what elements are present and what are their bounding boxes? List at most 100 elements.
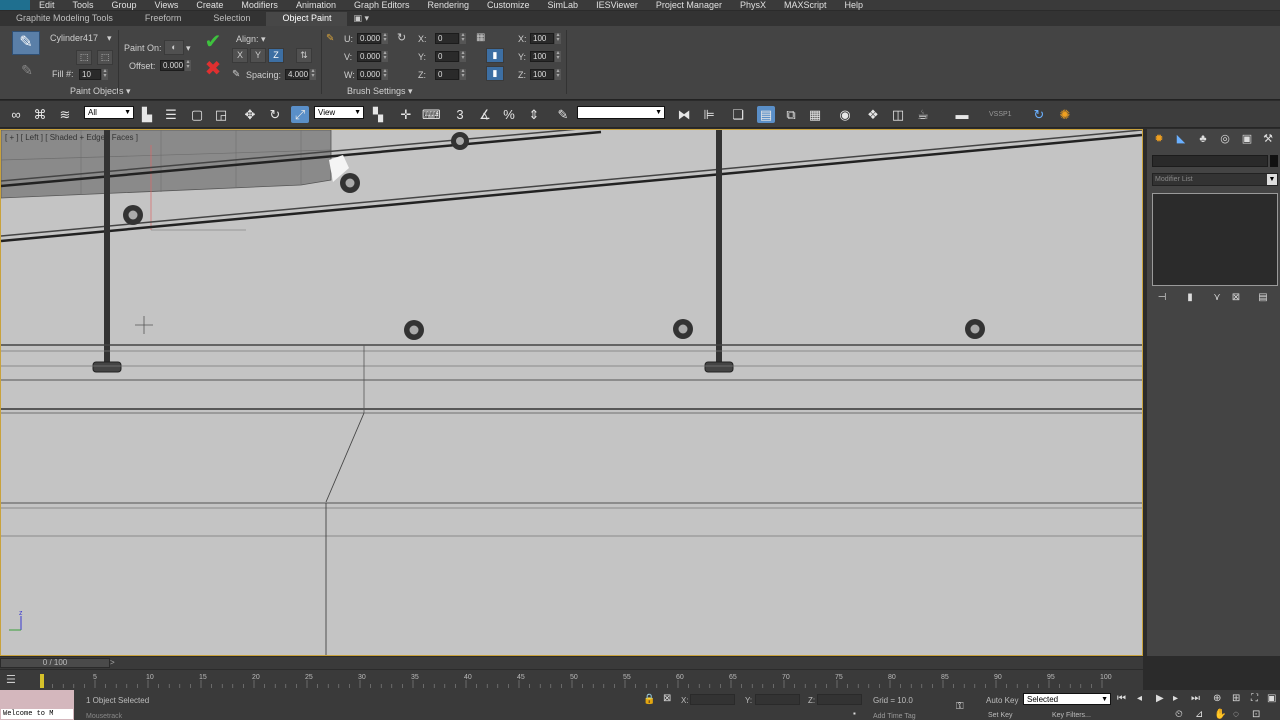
select-and-move-icon[interactable]: ✥ — [241, 106, 259, 123]
bolt-ring[interactable] — [340, 173, 360, 193]
spacing-spinner[interactable]: ▴ ▾ — [310, 68, 316, 80]
scale-x-spinner[interactable]: ▴ ▾ — [555, 32, 561, 44]
pin-stack-icon[interactable]: ⊣ — [1155, 292, 1169, 304]
u-spinner[interactable]: ▴ ▾ — [382, 32, 388, 44]
rectangular-selection-icon[interactable]: ▢ — [188, 106, 206, 123]
tab-graphite-modeling-tools[interactable]: Graphite Modeling Tools — [0, 12, 129, 26]
align-icon[interactable]: ⊫ — [700, 106, 718, 123]
keyboard-shortcut-override-icon[interactable]: ⌨ — [422, 106, 441, 123]
mirror-icon[interactable]: ⧓ — [675, 106, 693, 123]
rendered-frame-window-icon[interactable]: ◫ — [889, 106, 907, 123]
track-bar[interactable]: ☰ 5 10 15 20 25 30 35 40 45 50 55 60 65 70 75 80 85 90 95 1… — [0, 670, 1143, 690]
menu-animation[interactable]: Animation — [287, 0, 345, 10]
zoom-icon[interactable]: ⊕ — [1213, 693, 1221, 704]
rotate-icon[interactable]: ↻ — [397, 32, 409, 44]
v-spinner[interactable]: ▴ ▾ — [382, 50, 388, 62]
rotate-x-spinner[interactable]: ▴ ▾ — [460, 32, 466, 44]
tab-selection[interactable]: Selection — [197, 12, 266, 26]
curve-editor-icon[interactable]: ⧉ — [782, 106, 800, 123]
go-to-end-icon[interactable]: ⏭ — [1191, 693, 1200, 704]
menu-project-manager[interactable]: Project Manager — [647, 0, 731, 10]
maxscript-listener[interactable]: Welcome to M — [0, 690, 74, 720]
scale-lock-button[interactable]: ▮ — [486, 48, 504, 63]
selection-filter-dropdown[interactable]: All ▼ — [84, 106, 134, 119]
pan-view-icon[interactable]: ✋ — [1214, 709, 1226, 720]
add-time-tag[interactable]: Add Time Tag — [873, 713, 916, 720]
spacing-input[interactable]: 4.000 — [285, 69, 309, 80]
app-logo[interactable] — [0, 0, 30, 10]
w-input[interactable]: 0.000 — [357, 69, 381, 80]
percent-snap-icon[interactable]: % — [500, 106, 518, 123]
menu-customize[interactable]: Customize — [478, 0, 539, 10]
object-color-swatch[interactable] — [1270, 155, 1278, 167]
motion-tab-icon[interactable]: ◎ — [1217, 132, 1233, 146]
ribbon-minimize-toggle[interactable]: ▣ ▾ — [347, 13, 375, 26]
align-z-button[interactable]: Z — [268, 48, 284, 63]
reference-coordinate-dropdown[interactable]: View ▼ — [314, 106, 364, 119]
bolt-ring[interactable] — [451, 132, 469, 150]
set-key-button[interactable]: Set Key — [988, 712, 1013, 719]
paint-on-dropdown-arrow[interactable]: ▾ — [186, 43, 191, 54]
walk-through-icon[interactable]: ⊡ — [1252, 709, 1260, 720]
modifier-list-dropdown[interactable]: Modifier List ▼ — [1152, 173, 1278, 186]
menu-iesviewer[interactable]: IESViewer — [587, 0, 647, 10]
time-tag-icon[interactable]: ▪ — [853, 709, 856, 718]
time-config-icon[interactable]: ⏲ — [1175, 709, 1183, 720]
snaps-toggle-icon[interactable]: 3 — [451, 106, 469, 123]
select-and-scale-icon[interactable]: ⤢ — [291, 106, 309, 123]
named-selection-dropdown[interactable]: ▼ — [577, 106, 665, 119]
zoom-all-icon[interactable]: ⊞ — [1232, 693, 1240, 704]
select-by-name-icon[interactable]: ☰ — [162, 106, 180, 123]
tab-object-paint[interactable]: Object Paint — [266, 12, 348, 26]
scale-x-input[interactable]: 100 — [530, 33, 554, 44]
tab-freeform[interactable]: Freeform — [129, 12, 198, 26]
go-to-start-icon[interactable]: ⏮ — [1117, 693, 1126, 704]
render-production-icon[interactable]: ☕ — [914, 106, 932, 123]
plugin-icon[interactable]: ✺ — [1056, 106, 1074, 123]
edit-object-list-button[interactable]: ⬚ — [97, 50, 113, 65]
align-x-button[interactable]: X — [232, 48, 248, 63]
rotate-z-spinner[interactable]: ▴ ▾ — [460, 68, 466, 80]
v-input[interactable]: 0.000 — [357, 51, 381, 62]
rotate-y-spinner[interactable]: ▴ ▾ — [460, 50, 466, 62]
scale-icon[interactable]: ▦ — [476, 32, 490, 44]
track-bar-ruler[interactable]: 5 10 15 20 25 30 35 40 45 50 55 60 65 70 75 80 85 90 95 100 — [0, 670, 1143, 690]
key-filters-button[interactable]: Key Filters... — [1052, 712, 1091, 719]
play-icon[interactable]: ▶ — [1156, 693, 1164, 704]
object-name-dropdown-arrow[interactable]: ▾ — [107, 33, 112, 44]
bind-space-warp-icon[interactable]: ≋ — [56, 106, 74, 123]
select-and-link-icon[interactable]: ∞ — [7, 106, 25, 123]
coord-y-field[interactable] — [755, 694, 800, 705]
menu-simlab[interactable]: SimLab — [539, 0, 588, 10]
object-name-label[interactable]: Cylinder417 — [50, 33, 98, 43]
rotate-y-input[interactable]: 0 — [435, 51, 459, 62]
menu-edit[interactable]: Edit — [30, 0, 64, 10]
select-and-rotate-icon[interactable]: ↻ — [266, 106, 284, 123]
fill-number-input[interactable]: 10 — [79, 69, 101, 80]
maximize-viewport-icon[interactable]: ▣ — [1267, 693, 1276, 704]
menu-graph-editors[interactable]: Graph Editors — [345, 0, 419, 10]
select-object-icon[interactable]: ▙ — [138, 106, 156, 123]
menu-rendering[interactable]: Rendering — [419, 0, 479, 10]
configure-modifier-sets-icon[interactable]: ▤ — [1256, 292, 1270, 304]
offset-input[interactable]: 0.000 — [160, 60, 184, 71]
previous-frame-icon[interactable]: ◂ — [1137, 693, 1142, 704]
menu-modifiers[interactable]: Modifiers — [232, 0, 287, 10]
bolt-ring[interactable] — [404, 320, 424, 340]
scale-y-spinner[interactable]: ▴ ▾ — [555, 50, 561, 62]
pivot-center-icon[interactable]: ▚ — [369, 106, 387, 123]
angle-snap-icon[interactable]: ∡ — [476, 106, 494, 123]
object-name-field[interactable] — [1152, 155, 1268, 167]
scale-z-spinner[interactable]: ▴ ▾ — [555, 68, 561, 80]
edit-named-selection-icon[interactable]: ✎ — [554, 106, 572, 123]
lock-icon[interactable]: 🔒 — [643, 694, 655, 705]
menu-group[interactable]: Group — [103, 0, 146, 10]
time-slider[interactable]: 0 / 100 > — [0, 657, 1143, 669]
modifier-stack[interactable] — [1152, 193, 1278, 286]
show-end-result-icon[interactable]: ▮ — [1183, 292, 1197, 304]
cancel-x-icon[interactable]: ✖ — [203, 59, 223, 79]
bolt-ring[interactable] — [965, 319, 985, 339]
unlink-icon[interactable]: ⌘ — [31, 106, 49, 123]
render-setup-icon[interactable]: ❖ — [864, 106, 882, 123]
menu-maxscript[interactable]: MAXScript — [775, 0, 836, 10]
